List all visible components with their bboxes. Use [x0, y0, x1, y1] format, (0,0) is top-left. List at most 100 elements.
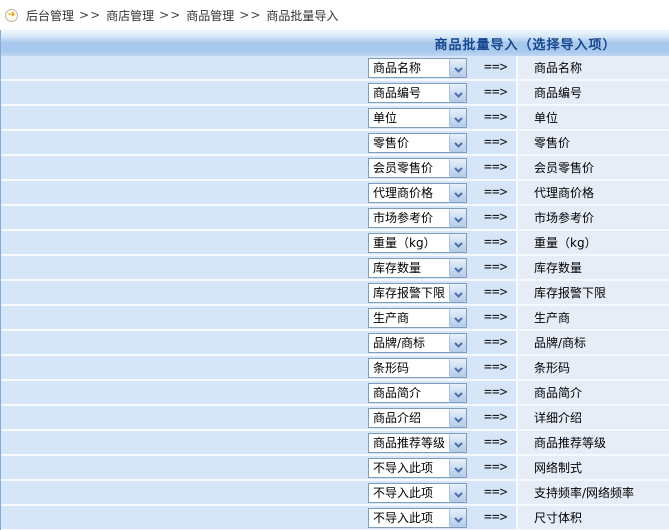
- target-field-label: 生产商: [534, 309, 570, 326]
- mapping-arrow: ==>: [484, 310, 507, 325]
- mapping-row-right: 品牌/商标: [516, 331, 669, 354]
- field-select-button[interactable]: [449, 159, 466, 177]
- mapping-row-right: 支持频率/网络频率: [516, 481, 669, 504]
- target-field-label: 尺寸体积: [534, 509, 582, 526]
- field-select[interactable]: 生产商: [368, 308, 467, 328]
- field-select[interactable]: 不导入此项: [368, 458, 467, 478]
- field-select-value: 不导入此项: [369, 459, 449, 477]
- content-area: 商品批量导入（选择导入项） 商品名称 ==> 商品名称: [0, 30, 669, 530]
- mapping-arrow: ==>: [484, 385, 507, 400]
- field-select-button[interactable]: [449, 234, 466, 252]
- mapping-row-left: 库存数量 ==>: [1, 256, 516, 279]
- field-select-button[interactable]: [449, 84, 466, 102]
- mapping-arrow: ==>: [484, 485, 507, 500]
- chevron-down-icon: [454, 433, 463, 452]
- field-select[interactable]: 条形码: [368, 358, 467, 378]
- chevron-down-icon: [454, 383, 463, 402]
- mapping-row: 不导入此项 ==> 支持频率/网络频率: [1, 481, 669, 506]
- mapping-row: 商品介绍 ==> 详细介绍: [1, 406, 669, 431]
- field-select[interactable]: 市场参考价: [368, 208, 467, 228]
- field-select-value: 库存数量: [369, 259, 449, 277]
- mapping-row: 重量（kg） ==> 重量（kg）: [1, 231, 669, 256]
- breadcrumb-item[interactable]: 商品批量导入: [266, 7, 338, 24]
- target-field-label: 支持频率/网络频率: [534, 484, 634, 501]
- field-select-button[interactable]: [449, 134, 466, 152]
- target-field-label: 会员零售价: [534, 159, 594, 176]
- field-select-button[interactable]: [449, 409, 466, 427]
- mapping-row-right: 网络制式: [516, 456, 669, 479]
- mapping-row-right: 生产商: [516, 306, 669, 329]
- target-field-label: 商品简介: [534, 384, 582, 401]
- field-select-value: 代理商价格: [369, 184, 449, 202]
- breadcrumb: ➜ 后台管理>>商店管理>>商品管理>>商品批量导入: [0, 0, 669, 30]
- field-select-button[interactable]: [449, 484, 466, 502]
- field-select-button[interactable]: [449, 209, 466, 227]
- target-field-label: 条形码: [534, 359, 570, 376]
- breadcrumb-separator: >>: [239, 8, 261, 22]
- mapping-arrow: ==>: [484, 285, 507, 300]
- breadcrumb-item[interactable]: 后台管理: [26, 7, 74, 24]
- field-select-button[interactable]: [449, 109, 466, 127]
- mapping-row-right: 零售价: [516, 131, 669, 154]
- breadcrumb-item[interactable]: 商店管理: [106, 7, 154, 24]
- field-select-button[interactable]: [449, 434, 466, 452]
- mapping-row-left: 商品名称 ==>: [1, 56, 516, 79]
- chevron-down-icon: [454, 358, 463, 377]
- field-select-value: 单位: [369, 109, 449, 127]
- mapping-row-left: 商品编号 ==>: [1, 81, 516, 104]
- mapping-row: 会员零售价 ==> 会员零售价: [1, 156, 669, 181]
- field-select[interactable]: 商品名称: [368, 58, 467, 78]
- field-select-value: 条形码: [369, 359, 449, 377]
- mapping-row-right: 市场参考价: [516, 206, 669, 229]
- target-field-label: 商品推荐等级: [534, 434, 606, 451]
- field-select-button[interactable]: [449, 459, 466, 477]
- mapping-arrow: ==>: [484, 510, 507, 525]
- field-select-button[interactable]: [449, 59, 466, 77]
- field-select-button[interactable]: [449, 184, 466, 202]
- mapping-row-right: 单位: [516, 106, 669, 129]
- field-select-button[interactable]: [449, 334, 466, 352]
- target-field-label: 零售价: [534, 134, 570, 151]
- breadcrumb-item[interactable]: 商品管理: [186, 7, 234, 24]
- field-select-value: 会员零售价: [369, 159, 449, 177]
- field-select-button[interactable]: [449, 359, 466, 377]
- mapping-row-left: 会员零售价 ==>: [1, 156, 516, 179]
- field-select-button[interactable]: [449, 384, 466, 402]
- field-select-button[interactable]: [449, 309, 466, 327]
- field-select-button[interactable]: [449, 259, 466, 277]
- field-select[interactable]: 库存报警下限: [368, 283, 467, 303]
- field-select[interactable]: 不导入此项: [368, 483, 467, 503]
- field-select[interactable]: 品牌/商标: [368, 333, 467, 353]
- field-select[interactable]: 不导入此项: [368, 508, 467, 528]
- field-select[interactable]: 库存数量: [368, 258, 467, 278]
- field-select-value: 商品推荐等级: [369, 434, 449, 452]
- target-field-label: 代理商价格: [534, 184, 594, 201]
- chevron-down-icon: [454, 508, 463, 527]
- mapping-row-left: 条形码 ==>: [1, 356, 516, 379]
- chevron-down-icon: [454, 183, 463, 202]
- field-select[interactable]: 单位: [368, 108, 467, 128]
- field-select-value: 重量（kg）: [369, 234, 449, 252]
- field-select[interactable]: 零售价: [368, 133, 467, 153]
- field-select-value: 不导入此项: [369, 484, 449, 502]
- mapping-arrow: ==>: [484, 360, 507, 375]
- field-select-button[interactable]: [449, 509, 466, 527]
- mapping-row-left: 商品推荐等级 ==>: [1, 431, 516, 454]
- field-select[interactable]: 商品编号: [368, 83, 467, 103]
- chevron-down-icon: [454, 258, 463, 277]
- field-select-button[interactable]: [449, 284, 466, 302]
- mapping-row: 品牌/商标 ==> 品牌/商标: [1, 331, 669, 356]
- field-select[interactable]: 代理商价格: [368, 183, 467, 203]
- chevron-down-icon: [454, 333, 463, 352]
- mapping-arrow: ==>: [484, 85, 507, 100]
- chevron-down-icon: [454, 133, 463, 152]
- field-select[interactable]: 商品简介: [368, 383, 467, 403]
- mapping-arrow: ==>: [484, 135, 507, 150]
- field-select[interactable]: 商品推荐等级: [368, 433, 467, 453]
- mapping-row: 市场参考价 ==> 市场参考价: [1, 206, 669, 231]
- field-select[interactable]: 商品介绍: [368, 408, 467, 428]
- field-select[interactable]: 会员零售价: [368, 158, 467, 178]
- chevron-down-icon: [454, 233, 463, 252]
- chevron-down-icon: [454, 408, 463, 427]
- field-select[interactable]: 重量（kg）: [368, 233, 467, 253]
